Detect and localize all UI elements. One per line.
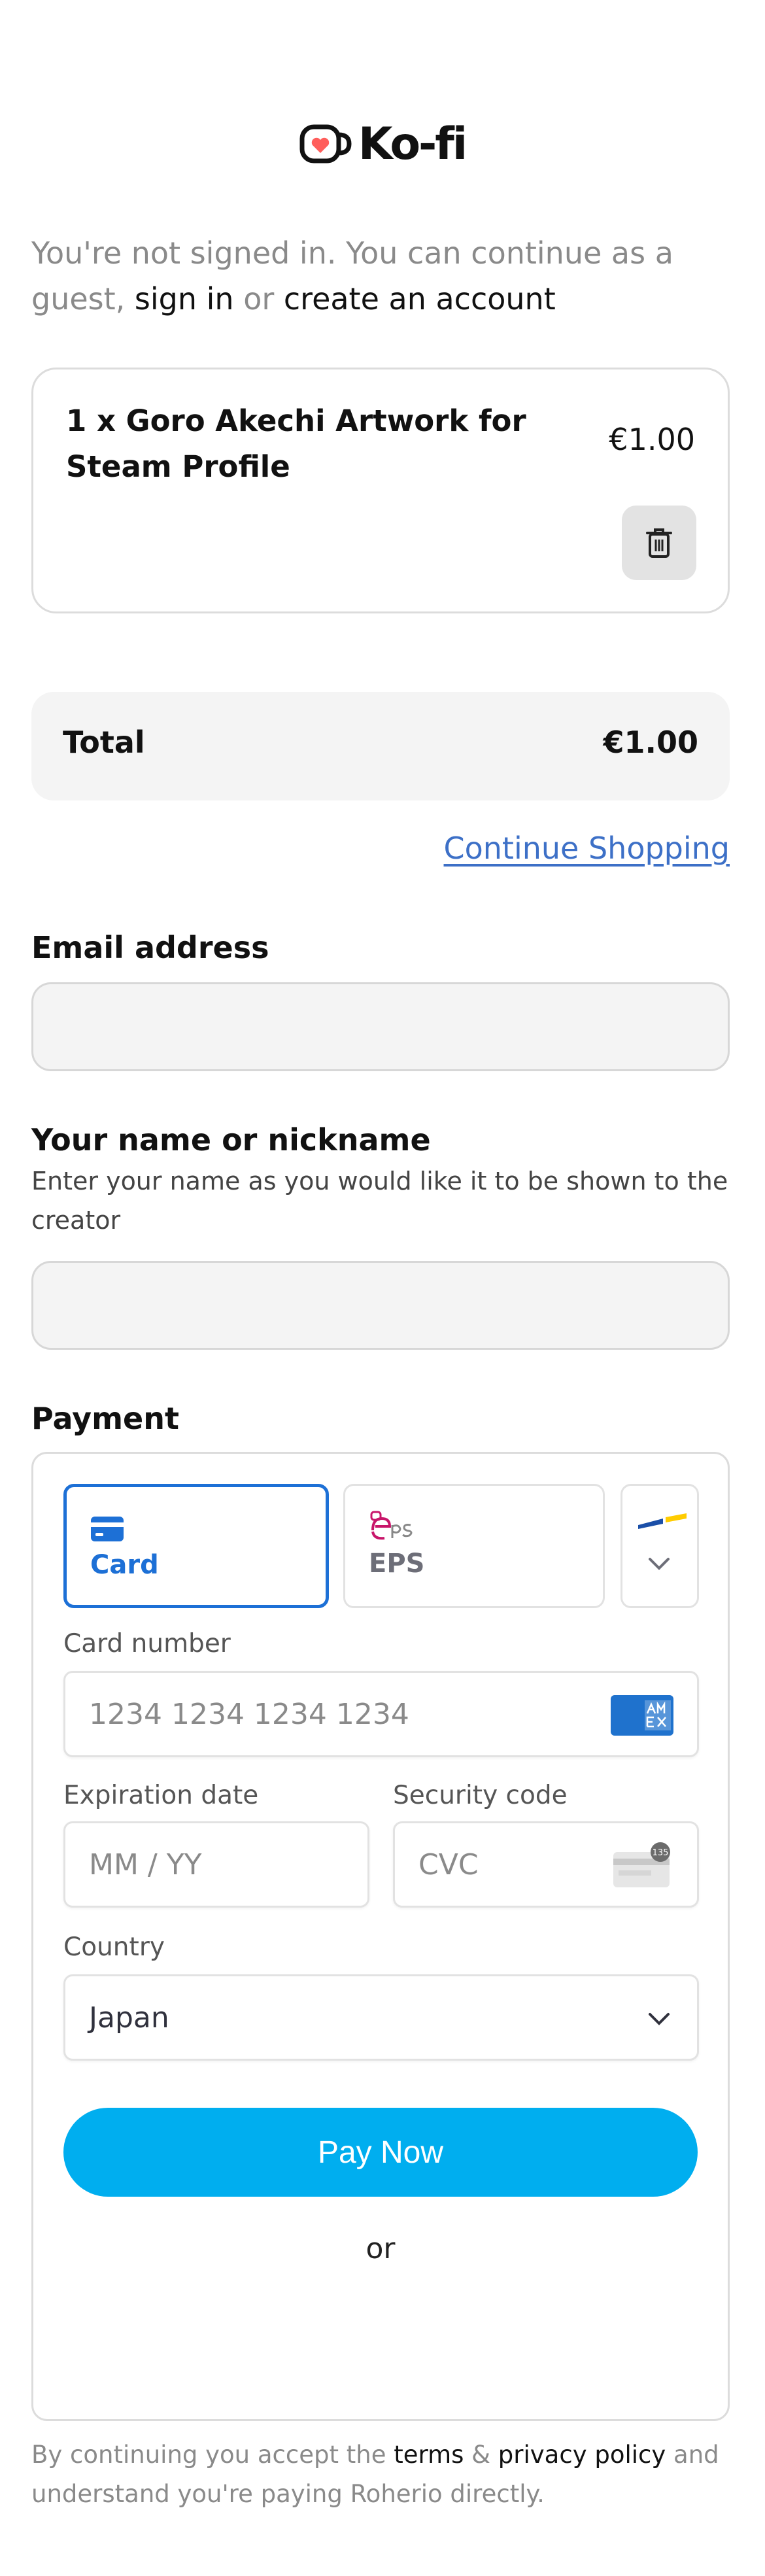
country-label: Country xyxy=(63,1932,165,1962)
cvc-input[interactable]: CVC 135 xyxy=(393,1821,699,1908)
cart-item-card: 1 x Goro Akechi Artwork for Steam Profil… xyxy=(31,368,730,613)
terms-prefix: By continuing you accept the xyxy=(31,2441,386,2469)
amex-icon xyxy=(611,1695,673,1736)
order-total: Total €1.00 xyxy=(31,692,730,800)
card-icon xyxy=(91,1517,124,1541)
cvc-card-icon: 135 xyxy=(613,1842,670,1887)
or-divider: or xyxy=(366,2232,396,2265)
tab-card[interactable]: Card xyxy=(63,1484,329,1608)
cvc-label: Security code xyxy=(393,1781,568,1810)
continue-shopping-link[interactable]: Continue Shopping xyxy=(444,831,730,866)
expiry-input[interactable]: MM / YY xyxy=(63,1821,369,1908)
cart-item-title: 1 x Goro Akechi Artwork for Steam Profil… xyxy=(66,404,526,484)
terms-notice: By continuing you accept the terms & pri… xyxy=(31,2435,738,2514)
terms-amp: & xyxy=(471,2441,491,2469)
create-account-link[interactable]: create an account xyxy=(284,281,556,317)
signin-or: or xyxy=(243,281,275,317)
country-select[interactable]: Japan xyxy=(63,1974,699,2061)
tab-card-label: Card xyxy=(90,1550,159,1580)
pay-now-button[interactable]: Pay Now xyxy=(63,2108,698,2197)
name-label: Your name or nickname xyxy=(31,1122,431,1158)
tab-eps-label: EPS xyxy=(369,1549,425,1579)
tab-eps[interactable]: EPS xyxy=(343,1484,605,1608)
payment-method-logo-icon xyxy=(638,1513,687,1529)
eps-logo-icon xyxy=(370,1511,413,1540)
payment-panel: Card EPS Card number 1234 1234 1234 1234 xyxy=(31,1452,730,2421)
remove-item-button[interactable] xyxy=(622,506,696,580)
trash-icon xyxy=(646,528,672,558)
card-number-input[interactable]: 1234 1234 1234 1234 xyxy=(63,1671,699,1757)
email-field[interactable] xyxy=(31,982,730,1071)
cart-item-price: €1.00 xyxy=(609,422,695,457)
chevron-down-icon xyxy=(649,2013,670,2025)
svg-text:135: 135 xyxy=(653,1848,669,1858)
card-number-placeholder: 1234 1234 1234 1234 xyxy=(89,1698,409,1731)
privacy-policy-link[interactable]: privacy policy xyxy=(498,2441,666,2469)
name-hint: Enter your name as you would like it to … xyxy=(31,1167,728,1235)
expiry-placeholder: MM / YY xyxy=(89,1848,202,1881)
email-label: Email address xyxy=(31,930,269,965)
brand-name: Ko-fi xyxy=(358,118,468,170)
country-value: Japan xyxy=(89,2001,169,2035)
terms-link[interactable]: terms xyxy=(394,2441,464,2469)
sign-in-link[interactable]: sign in xyxy=(135,281,234,317)
name-field[interactable] xyxy=(31,1261,730,1350)
kofi-logo[interactable]: Ko-fi xyxy=(0,114,765,173)
total-value: €1.00 xyxy=(603,725,698,760)
signin-notice: You're not signed in. You can continue a… xyxy=(31,230,724,322)
more-payment-methods-tab[interactable] xyxy=(620,1484,699,1608)
card-number-label: Card number xyxy=(63,1629,231,1658)
payment-heading: Payment xyxy=(31,1401,179,1436)
chevron-down-icon xyxy=(649,1558,670,1570)
total-label: Total xyxy=(63,725,145,760)
expiry-label: Expiration date xyxy=(63,1781,259,1810)
cvc-placeholder: CVC xyxy=(418,1848,479,1881)
kofi-cup-icon xyxy=(299,124,352,163)
